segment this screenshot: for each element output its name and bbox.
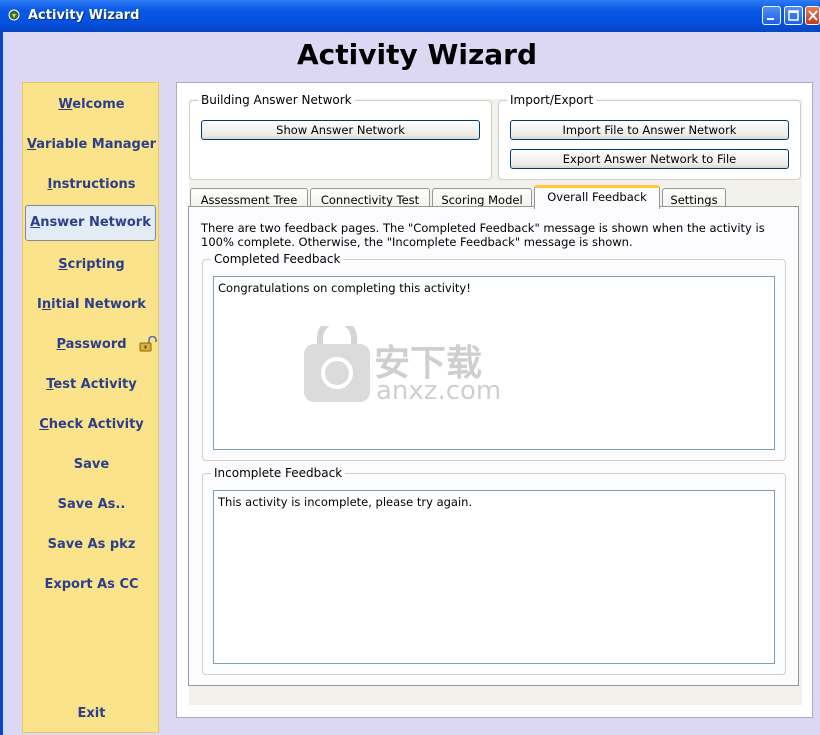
page-title: Activity Wizard: [296, 38, 537, 71]
sidebar-item-check-activity[interactable]: Check Activity: [23, 417, 160, 432]
sidebar-item-save-as[interactable]: Save As..: [23, 497, 160, 512]
nav-mnemonic: P: [56, 337, 66, 352]
nav-label: heck Activity: [48, 417, 144, 432]
building-answer-network-group: Building Answer Network Show Answer Netw…: [189, 93, 492, 180]
sidebar-item-welcome[interactable]: Welcome: [23, 97, 160, 112]
intro-line: There are two feedback pages. The "Compl…: [201, 221, 765, 235]
group-label: Building Answer Network: [198, 93, 355, 107]
group-label: Incomplete Feedback: [211, 466, 346, 480]
nav-mnemonic: C: [39, 417, 49, 432]
sidebar: Welcome Variable Manager Instructions An…: [22, 82, 159, 733]
window-title: Activity Wizard: [28, 8, 140, 23]
import-file-button[interactable]: Import File to Answer Network: [510, 120, 789, 140]
group-label: Completed Feedback: [211, 252, 344, 266]
close-icon: [808, 10, 818, 21]
nav-mnemonic: n: [41, 297, 52, 312]
sidebar-item-save-as-pkz[interactable]: Save As pkz: [23, 537, 160, 552]
nav-label: nstructions: [52, 177, 136, 192]
show-answer-network-button[interactable]: Show Answer Network: [201, 120, 480, 140]
title-bar[interactable]: Activity Wizard: [0, 0, 820, 32]
incomplete-feedback-textarea[interactable]: This activity is incomplete, please try …: [213, 490, 775, 664]
incomplete-feedback-group: Incomplete Feedback This activity is inc…: [202, 466, 786, 675]
nav-mnemonic: A: [30, 215, 41, 230]
minimize-icon: [767, 18, 774, 20]
sidebar-item-save[interactable]: Save: [23, 457, 160, 472]
completed-feedback-group: Completed Feedback Congratulations on co…: [202, 252, 786, 461]
export-file-button[interactable]: Export Answer Network to File: [510, 149, 789, 169]
sidebar-item-variable-manager[interactable]: Variable Manager: [23, 137, 160, 152]
nav-label: itial Network: [51, 297, 146, 312]
nav-mnemonic: S: [58, 257, 68, 272]
sidebar-item-test-activity[interactable]: Test Activity: [23, 377, 160, 392]
sidebar-item-exit[interactable]: Exit: [23, 706, 160, 721]
completed-feedback-textarea[interactable]: Congratulations on completing this activ…: [213, 276, 775, 450]
intro-line: 100% complete. Otherwise, the "Incomplet…: [201, 235, 633, 249]
unlocked-padlock-icon: [139, 336, 157, 352]
sidebar-item-instructions[interactable]: Instructions: [23, 177, 160, 192]
sidebar-item-export-as-cc[interactable]: Export As CC: [23, 577, 160, 592]
import-export-group: Import/Export Import File to Answer Netw…: [498, 93, 801, 180]
nav-mnemonic: V: [26, 137, 37, 152]
nav-label: ariable Manager: [36, 137, 157, 152]
feedback-intro: There are two feedback pages. The "Compl…: [201, 221, 791, 249]
sidebar-item-answer-network[interactable]: Answer Network: [25, 205, 156, 241]
minimize-button[interactable]: [762, 6, 781, 25]
sidebar-item-initial-network[interactable]: Initial Network: [23, 297, 160, 312]
group-label: Import/Export: [507, 93, 597, 107]
maximize-icon: [788, 10, 799, 21]
nav-label: nswer Network: [40, 215, 151, 230]
nav-label: assword: [65, 337, 127, 352]
nav-label: elcome: [72, 97, 125, 112]
overall-feedback-panel: There are two feedback pages. The "Compl…: [188, 206, 799, 686]
nav-mnemonic: W: [58, 97, 73, 112]
app-icon: [8, 9, 20, 21]
maximize-button[interactable]: [784, 6, 803, 25]
nav-label: cripting: [67, 257, 125, 272]
nav-label: est Activity: [53, 377, 137, 392]
tab-overall-feedback[interactable]: Overall Feedback: [534, 185, 660, 209]
sidebar-item-scripting[interactable]: Scripting: [23, 257, 160, 272]
close-button[interactable]: [805, 6, 820, 25]
